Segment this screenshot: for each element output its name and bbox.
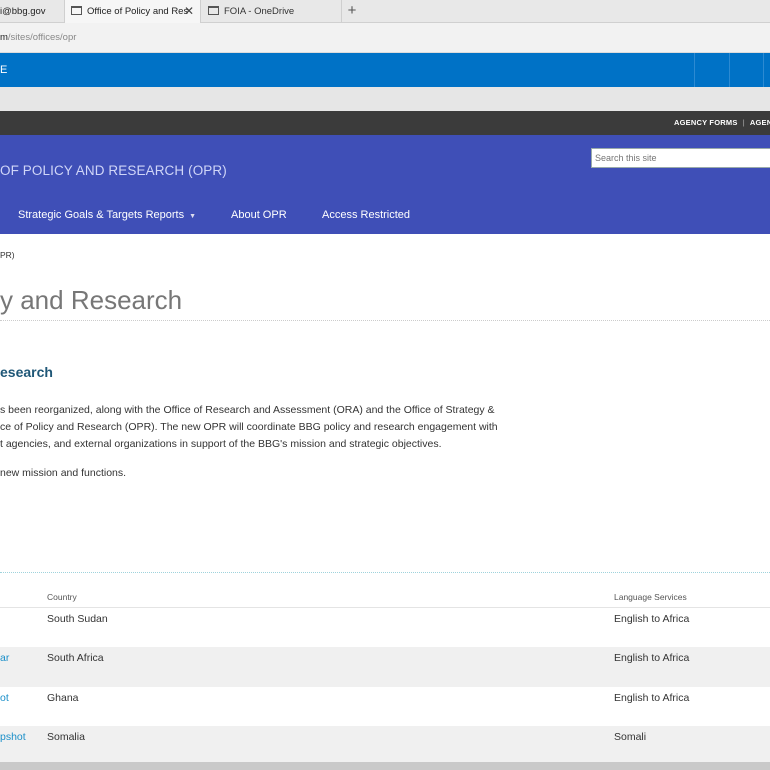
nav-item-about-opr[interactable]: About OPR: [231, 209, 287, 221]
address-bar[interactable]: m/sites/offices/opr: [0, 23, 770, 53]
column-header-country[interactable]: Country: [47, 592, 77, 602]
url-host: m: [0, 32, 8, 43]
row-country: South Sudan: [47, 613, 108, 625]
suite-divider: [729, 53, 730, 87]
row-country: South Africa: [47, 652, 104, 664]
row-country: Somalia: [47, 731, 85, 743]
suite-bar: E: [0, 53, 770, 87]
row-language: English to Africa: [614, 613, 690, 625]
paragraph-line: t agencies, and external organizations i…: [0, 438, 442, 450]
table-row: ar South Africa English to Africa: [0, 647, 770, 687]
mission-paragraph: new mission and functions.: [0, 467, 127, 479]
link-separator: |: [742, 118, 745, 127]
suite-bar-title[interactable]: E: [0, 64, 7, 76]
url-field[interactable]: m/sites/offices/opr: [0, 32, 76, 43]
table-row: ot Ghana English to Africa: [0, 687, 770, 727]
nav-label: Strategic Goals & Targets Reports: [18, 209, 185, 221]
suite-divider: [694, 53, 695, 87]
nav-item-access-restricted[interactable]: Access Restricted: [322, 209, 410, 221]
browser-tab-foia[interactable]: FOIA - OneDrive: [202, 0, 342, 23]
section-heading: esearch: [0, 364, 53, 380]
chevron-down-icon: ▼: [189, 213, 197, 220]
nav-item-strategic-goals[interactable]: Strategic Goals & Targets Reports ▼: [18, 209, 196, 221]
ribbon-area: [0, 87, 770, 111]
page-title: y and Research: [0, 285, 183, 315]
row-country: Ghana: [47, 692, 79, 704]
table-row: pshot Somalia Somali: [0, 726, 770, 766]
page-icon: [208, 6, 219, 15]
row-language: Somali: [614, 731, 647, 743]
divider: [0, 572, 770, 573]
browser-tab-mail[interactable]: i@bbg.gov: [0, 0, 63, 23]
page-icon: [71, 6, 82, 15]
utility-links: AGENCY FORMS | AGENC: [674, 111, 770, 135]
row-language: English to Africa: [614, 692, 690, 704]
tab-label: Office of Policy and Res: [87, 6, 189, 17]
table-row: South Sudan English to Africa: [0, 608, 770, 648]
breadcrumb[interactable]: PR): [0, 250, 15, 260]
row-link[interactable]: ar: [0, 652, 9, 664]
tab-label: FOIA - OneDrive: [224, 6, 295, 17]
new-tab-button[interactable]: +: [344, 0, 360, 23]
suite-divider: [763, 53, 764, 87]
footer-bar: [0, 762, 770, 770]
url-path: /sites/offices/opr: [7, 32, 77, 43]
agency-link[interactable]: AGENC: [750, 118, 770, 127]
paragraph-line: s been reorganized, along with the Offic…: [0, 404, 495, 416]
search-input[interactable]: [591, 148, 770, 168]
utility-bar: AGENCY FORMS | AGENC: [0, 111, 770, 135]
tab-label: i@bbg.gov: [0, 6, 46, 17]
browser-tab-opr[interactable]: Office of Policy and Res ✕: [64, 0, 201, 23]
column-header-language[interactable]: Language Services: [614, 592, 687, 602]
row-language: English to Africa: [614, 652, 690, 664]
paragraph-line: ce of Policy and Research (OPR). The new…: [0, 421, 498, 433]
site-title[interactable]: OF POLICY AND RESEARCH (OPR): [0, 163, 227, 178]
site-header: OF POLICY AND RESEARCH (OPR) Strategic G…: [0, 135, 770, 234]
browser-tab-strip: i@bbg.gov Office of Policy and Res ✕ FOI…: [0, 0, 770, 23]
close-tab-icon[interactable]: ✕: [184, 0, 194, 23]
row-link[interactable]: ot: [0, 692, 9, 704]
intro-paragraph: s been reorganized, along with the Offic…: [0, 402, 560, 453]
agency-forms-link[interactable]: AGENCY FORMS: [674, 118, 738, 127]
row-link[interactable]: pshot: [0, 731, 26, 743]
divider: [0, 320, 770, 321]
